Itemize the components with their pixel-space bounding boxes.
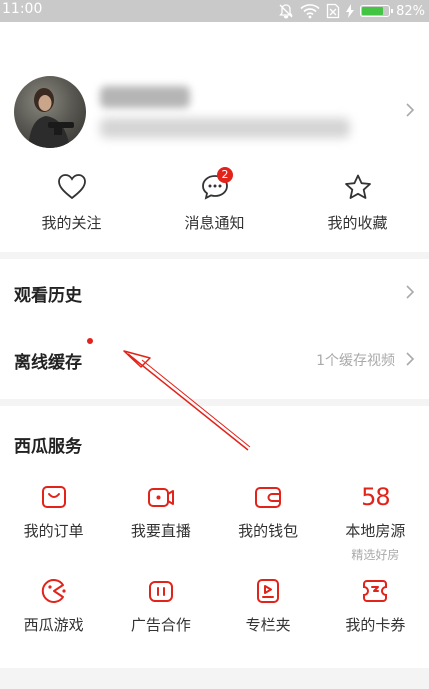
column-icon xyxy=(257,579,280,603)
service-label: 西瓜游戏 xyxy=(23,616,84,634)
service-label: 我要直播 xyxy=(130,522,191,540)
battery-icon xyxy=(360,5,394,17)
service-item-column[interactable]: 专栏夹 xyxy=(215,576,322,635)
service-label: 本地房源 xyxy=(345,522,406,540)
coupon-icon xyxy=(363,580,388,602)
divider xyxy=(0,252,429,259)
wallet-icon xyxy=(255,487,282,508)
58-logo-icon: 58 xyxy=(361,483,391,511)
avatar[interactable] xyxy=(14,76,86,148)
bottom-divider xyxy=(0,668,429,689)
chevron-right-icon xyxy=(406,352,415,366)
service-label: 我的卡券 xyxy=(345,616,406,634)
services-title: 西瓜服务 xyxy=(14,437,82,457)
order-icon xyxy=(41,486,66,508)
chevron-right-icon xyxy=(406,103,415,117)
service-item-housing[interactable]: 58 本地房源 精选好房 xyxy=(322,482,429,563)
battery-text: 82% xyxy=(396,3,425,19)
status-bar: 11:00 82% xyxy=(0,0,429,22)
service-item-games[interactable]: 西瓜游戏 xyxy=(0,576,107,635)
offline-cache-title: 离线缓存 xyxy=(14,353,82,373)
quick-item-label: 我的收藏 xyxy=(327,214,388,232)
live-camera-icon xyxy=(147,488,174,507)
quick-item-follow[interactable]: 我的关注 xyxy=(0,170,143,240)
watch-history-row[interactable]: 观看历史 xyxy=(0,259,429,325)
ad-icon xyxy=(148,581,173,602)
service-label: 我的钱包 xyxy=(238,522,299,540)
game-icon xyxy=(41,579,66,603)
service-label: 我的订单 xyxy=(23,522,84,540)
username-blurred xyxy=(100,86,190,108)
new-dot-indicator xyxy=(87,338,93,344)
divider xyxy=(0,399,429,406)
quick-item-notifications[interactable]: 消息通知 xyxy=(143,170,286,240)
quick-item-label: 消息通知 xyxy=(184,214,245,232)
profile-header[interactable] xyxy=(0,70,429,160)
service-sublabel: 精选好房 xyxy=(351,548,400,562)
wifi-icon xyxy=(300,4,320,19)
services-row-1: 我的订单 我要直播 我的钱包 58 本地房源 精选好房 xyxy=(0,482,429,563)
service-item-coupons[interactable]: 我的卡券 xyxy=(322,576,429,635)
heart-icon xyxy=(57,174,86,200)
service-item-live[interactable]: 我要直播 xyxy=(107,482,214,563)
chevron-right-icon xyxy=(406,285,415,299)
status-icons: 82% xyxy=(278,2,425,20)
quick-item-favorites[interactable]: 我的收藏 xyxy=(286,170,429,240)
star-icon xyxy=(344,174,371,199)
mute-icon xyxy=(279,4,293,19)
service-label: 广告合作 xyxy=(130,616,191,634)
user-subtitle-blurred xyxy=(100,118,350,138)
sim-off-icon xyxy=(326,3,340,19)
quick-actions: 我的关注 消息通知 我的收藏 xyxy=(0,170,429,240)
service-item-ads[interactable]: 广告合作 xyxy=(107,576,214,635)
quick-item-label: 我的关注 xyxy=(41,214,102,232)
services-row-2: 西瓜游戏 广告合作 专栏夹 我的卡券 xyxy=(0,576,429,635)
notification-badge: 2 xyxy=(217,167,233,183)
avatar-photo xyxy=(28,88,74,148)
service-label: 专栏夹 xyxy=(245,616,291,634)
service-item-wallet[interactable]: 我的钱包 xyxy=(215,482,322,563)
offline-cache-row[interactable]: 离线缓存 1个缓存视频 xyxy=(0,326,429,392)
status-time: 11:00 xyxy=(2,1,43,17)
charging-icon xyxy=(346,4,355,18)
watch-history-title: 观看历史 xyxy=(14,286,82,306)
offline-cache-info: 1个缓存视频 xyxy=(316,353,395,369)
service-item-orders[interactable]: 我的订单 xyxy=(0,482,107,563)
